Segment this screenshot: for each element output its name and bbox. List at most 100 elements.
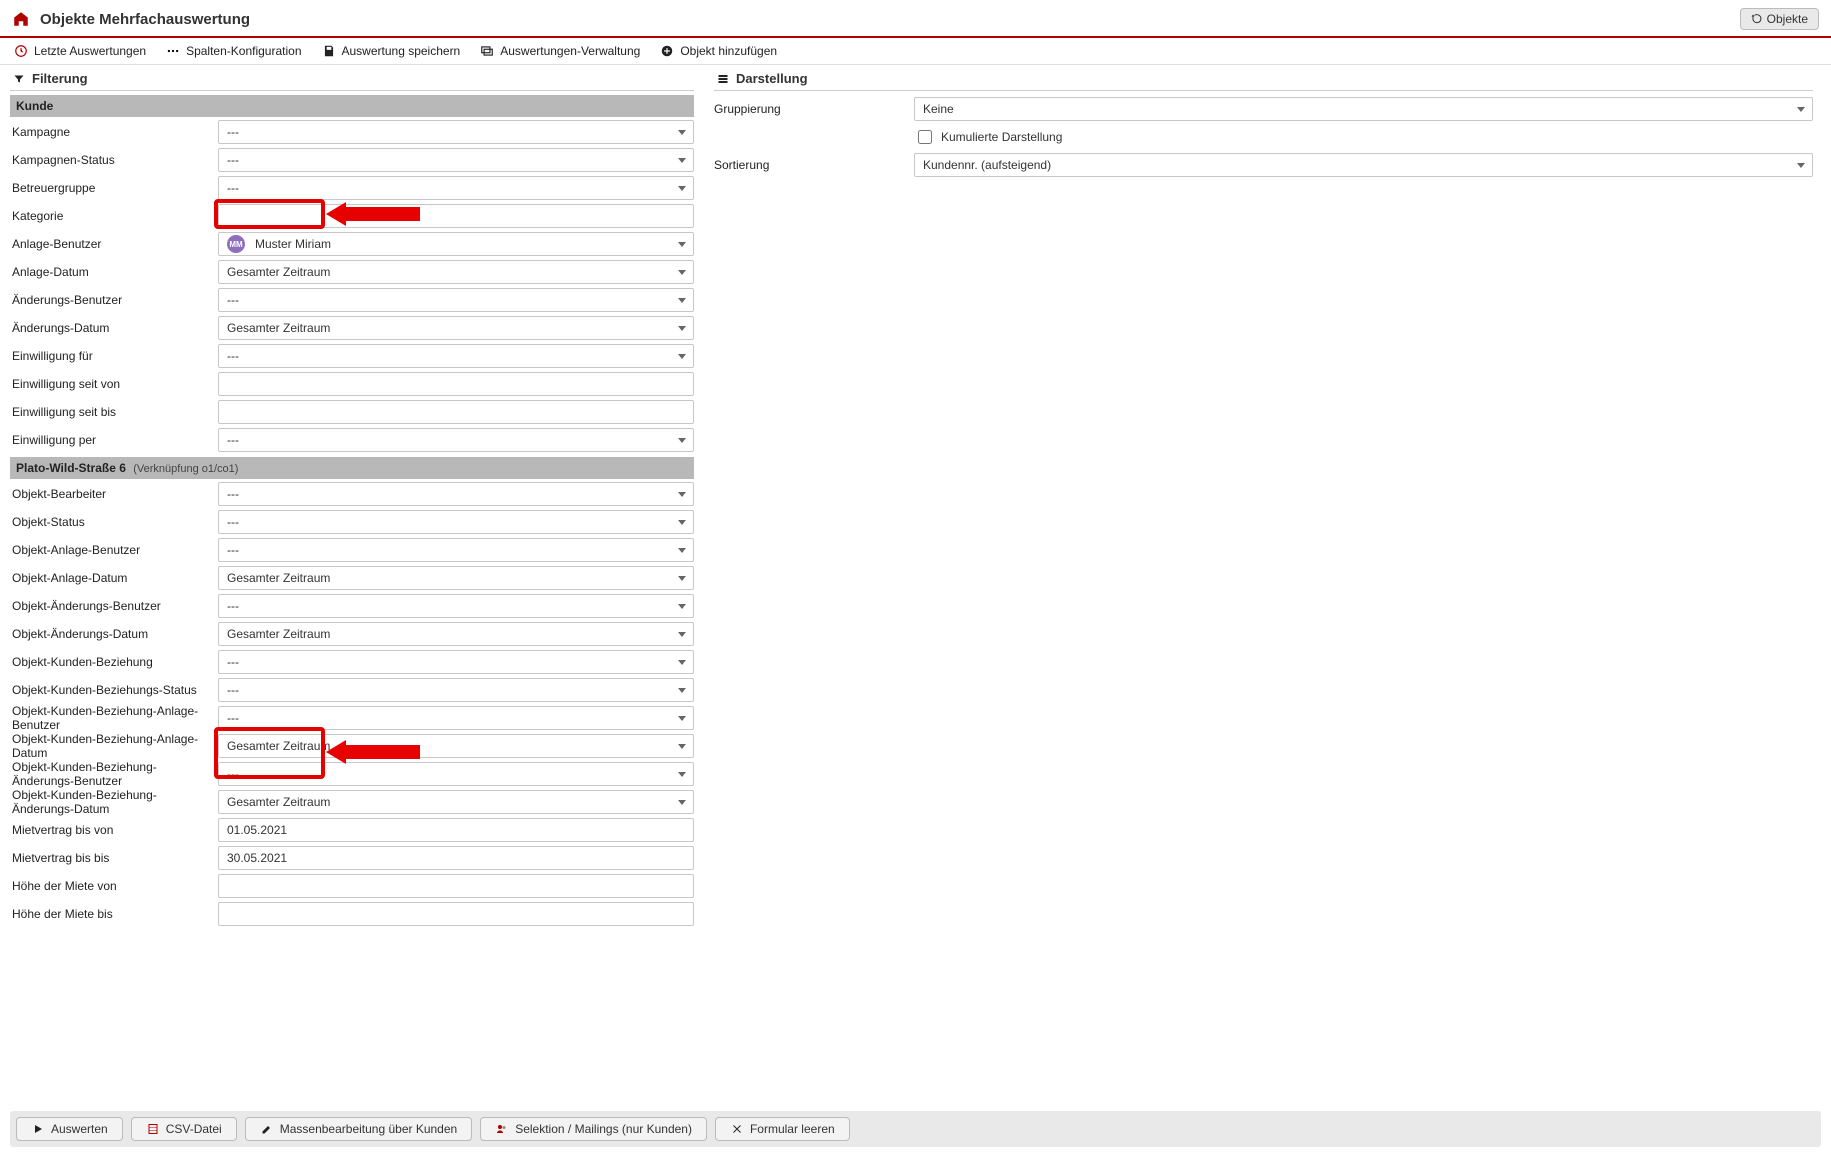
recent-report-button[interactable]: Letzte Auswertungen [14, 44, 146, 58]
header-bar: Objekte Mehrfachauswertung Objekte [0, 0, 1831, 38]
anlage-benutzer-select[interactable]: MMMuster Miriam [218, 232, 694, 256]
obj-anl-benutzer-label: Objekt-Anlage-Benutzer [10, 543, 218, 557]
clock-icon [14, 44, 28, 58]
save-icon [322, 44, 336, 58]
filter-column: Filterung Kunde Kampagne--- Kampagnen-St… [10, 65, 694, 927]
okb-aend-benutzer-select[interactable]: --- [218, 762, 694, 786]
einwilligung-bis-label: Einwilligung seit bis [10, 405, 218, 419]
group-objekt-title: Plato-Wild-Straße 6 [16, 461, 126, 475]
kampagne-label: Kampagne [10, 125, 218, 139]
okb-anl-datum-label: Objekt-Kunden-Beziehung-Anlage-Datum [10, 732, 218, 760]
obj-status-label: Objekt-Status [10, 515, 218, 529]
massenbearbeitung-button[interactable]: Massenbearbeitung über Kunden [245, 1117, 472, 1141]
okb-label: Objekt-Kunden-Beziehung [10, 655, 218, 669]
miete-von-input[interactable] [218, 874, 694, 898]
anlage-benutzer-label: Anlage-Benutzer [10, 237, 218, 251]
mietvertrag-von-label: Mietvertrag bis von [10, 823, 218, 837]
okb-aend-benutzer-label: Objekt-Kunden-Beziehung-Änderungs-Benutz… [10, 760, 218, 788]
okb-select[interactable]: --- [218, 650, 694, 674]
group-kunde-title: Kunde [16, 99, 53, 113]
okb-anl-datum-select[interactable]: Gesamter Zeitraum [218, 734, 694, 758]
csv-icon [146, 1122, 160, 1136]
filter-section-title: Filterung [32, 71, 88, 86]
footer-bar: Auswerten CSV-Datei Massenbearbeitung üb… [10, 1111, 1821, 1147]
okb-status-label: Objekt-Kunden-Beziehungs-Status [10, 683, 218, 697]
obj-anl-datum-select[interactable]: Gesamter Zeitraum [218, 566, 694, 590]
objekte-button[interactable]: Objekte [1740, 8, 1819, 30]
miete-bis-input[interactable] [218, 902, 694, 926]
obj-anl-benutzer-select[interactable]: --- [218, 538, 694, 562]
obj-bearbeiter-select[interactable]: --- [218, 482, 694, 506]
csv-button[interactable]: CSV-Datei [131, 1117, 237, 1141]
kampagnen-status-label: Kampagnen-Status [10, 153, 218, 167]
group-kunde-head: Kunde [10, 95, 694, 117]
formular-leeren-button[interactable]: Formular leeren [715, 1117, 850, 1141]
miete-bis-label: Höhe der Miete bis [10, 907, 218, 921]
kategorie-input[interactable] [218, 204, 694, 228]
kumuliert-checkbox[interactable]: Kumulierte Darstellung [914, 127, 1062, 147]
layout-icon [716, 72, 730, 86]
users-icon [495, 1122, 509, 1136]
recent-report-label: Letzte Auswertungen [34, 44, 146, 58]
save-report-label: Auswertung speichern [342, 44, 461, 58]
kampagne-select[interactable]: --- [218, 120, 694, 144]
edit-icon [260, 1122, 274, 1136]
kategorie-label: Kategorie [10, 209, 218, 223]
aenderungs-benutzer-select[interactable]: --- [218, 288, 694, 312]
aenderungs-datum-select[interactable]: Gesamter Zeitraum [218, 316, 694, 340]
gruppierung-select[interactable]: Keine [914, 97, 1813, 121]
obj-bearbeiter-label: Objekt-Bearbeiter [10, 487, 218, 501]
presentation-column: Darstellung Gruppierung Keine Kumulierte… [714, 65, 1821, 927]
mietvertrag-bis-label: Mietvertrag bis bis [10, 851, 218, 865]
einwilligung-per-select[interactable]: --- [218, 428, 694, 452]
sortierung-select[interactable]: Kundennr. (aufsteigend) [914, 153, 1813, 177]
okb-aend-datum-label: Objekt-Kunden-Beziehung-Änderungs-Datum [10, 788, 218, 816]
okb-anl-benutzer-select[interactable]: --- [218, 706, 694, 730]
add-object-label: Objekt hinzufügen [680, 44, 777, 58]
kumuliert-checkbox-input[interactable] [918, 130, 932, 144]
filter-icon [12, 72, 26, 86]
einwilligung-bis-input[interactable] [218, 400, 694, 424]
clear-icon [730, 1122, 744, 1136]
filter-section-head: Filterung [10, 65, 694, 91]
kampagnen-status-select[interactable]: --- [218, 148, 694, 172]
obj-anl-datum-label: Objekt-Anlage-Datum [10, 571, 218, 585]
obj-status-select[interactable]: --- [218, 510, 694, 534]
add-object-button[interactable]: Objekt hinzufügen [660, 44, 777, 58]
aenderungs-benutzer-label: Änderungs-Benutzer [10, 293, 218, 307]
gruppierung-label: Gruppierung [714, 102, 914, 116]
presentation-section-head: Darstellung [714, 65, 1813, 91]
dots-icon [166, 44, 180, 58]
objekte-button-label: Objekte [1767, 12, 1808, 26]
okb-status-select[interactable]: --- [218, 678, 694, 702]
einwilligung-von-input[interactable] [218, 372, 694, 396]
kumuliert-label: Kumulierte Darstellung [941, 130, 1062, 144]
page-title: Objekte Mehrfachauswertung [40, 11, 250, 28]
okb-aend-datum-select[interactable]: Gesamter Zeitraum [218, 790, 694, 814]
okb-anl-benutzer-label: Objekt-Kunden-Beziehung-Anlage-Benutzer [10, 704, 218, 732]
selektion-button[interactable]: Selektion / Mailings (nur Kunden) [480, 1117, 707, 1141]
save-report-button[interactable]: Auswertung speichern [322, 44, 461, 58]
anlage-datum-select[interactable]: Gesamter Zeitraum [218, 260, 694, 284]
toolbar: Letzte Auswertungen Spalten-Konfiguratio… [0, 38, 1831, 65]
presentation-section-title: Darstellung [736, 71, 808, 86]
betreuergruppe-select[interactable]: --- [218, 176, 694, 200]
sortierung-label: Sortierung [714, 158, 914, 172]
obj-aend-benutzer-label: Objekt-Änderungs-Benutzer [10, 599, 218, 613]
einwilligung-fuer-label: Einwilligung für [10, 349, 218, 363]
miete-von-label: Höhe der Miete von [10, 879, 218, 893]
obj-aend-datum-select[interactable]: Gesamter Zeitraum [218, 622, 694, 646]
manage-reports-button[interactable]: Auswertungen-Verwaltung [480, 44, 640, 58]
aenderungs-datum-label: Änderungs-Datum [10, 321, 218, 335]
auswerten-button[interactable]: Auswerten [16, 1117, 123, 1141]
manage-reports-label: Auswertungen-Verwaltung [500, 44, 640, 58]
einwilligung-fuer-select[interactable]: --- [218, 344, 694, 368]
column-config-label: Spalten-Konfiguration [186, 44, 301, 58]
mietvertrag-bis-input[interactable]: 30.05.2021 [218, 846, 694, 870]
column-config-button[interactable]: Spalten-Konfiguration [166, 44, 301, 58]
anlage-datum-label: Anlage-Datum [10, 265, 218, 279]
mietvertrag-von-input[interactable]: 01.05.2021 [218, 818, 694, 842]
app-icon [12, 10, 30, 28]
obj-aend-benutzer-select[interactable]: --- [218, 594, 694, 618]
einwilligung-per-label: Einwilligung per [10, 433, 218, 447]
